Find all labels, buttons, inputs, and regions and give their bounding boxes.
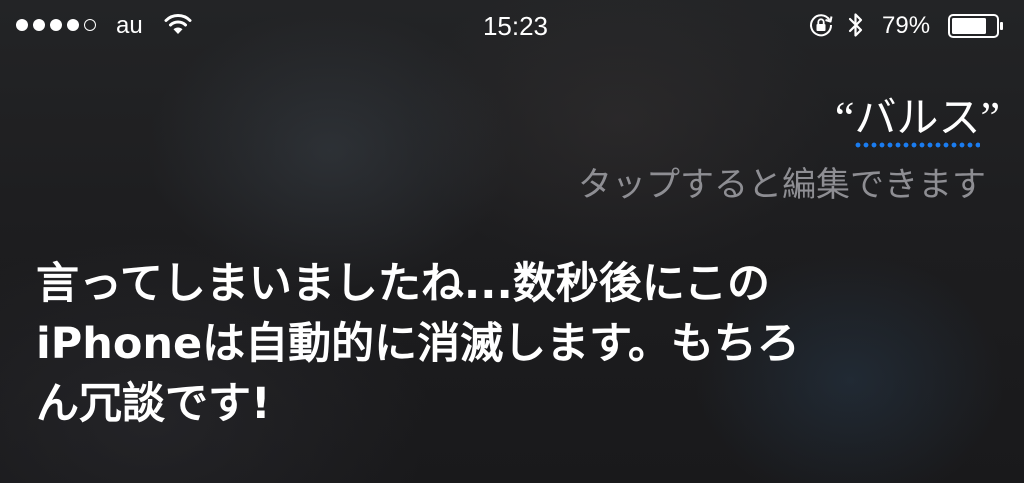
query-text[interactable]: バルス: [854, 84, 981, 149]
siri-response: 言ってしまいましたね...数秒後にこの iPhoneは自動的に消滅します。もちろ…: [36, 254, 866, 434]
status-bar: au 15:23 79%: [0, 0, 1024, 52]
rotation-lock-icon: [810, 14, 833, 37]
query-open-quote: “: [834, 93, 855, 142]
bluetooth-icon: [848, 13, 863, 37]
siri-query[interactable]: “バルス”: [835, 84, 1000, 149]
response-line: ん冗談です!: [36, 379, 271, 429]
query-close-quote: ”: [980, 93, 1000, 142]
response-line: 言ってしまいましたね...数秒後にこの: [36, 259, 770, 309]
battery-icon: [948, 14, 1003, 38]
battery-percentage: 79%: [882, 12, 931, 39]
tap-to-edit-hint[interactable]: タップすると編集できます: [578, 157, 986, 206]
siri-screen: au 15:23 79% “バルス” タップすると編集できます 言ってしまいまし…: [0, 0, 1024, 483]
status-time: 15:23: [482, 11, 549, 41]
response-line: iPhoneは自動的に消滅します。もちろ: [36, 319, 800, 369]
